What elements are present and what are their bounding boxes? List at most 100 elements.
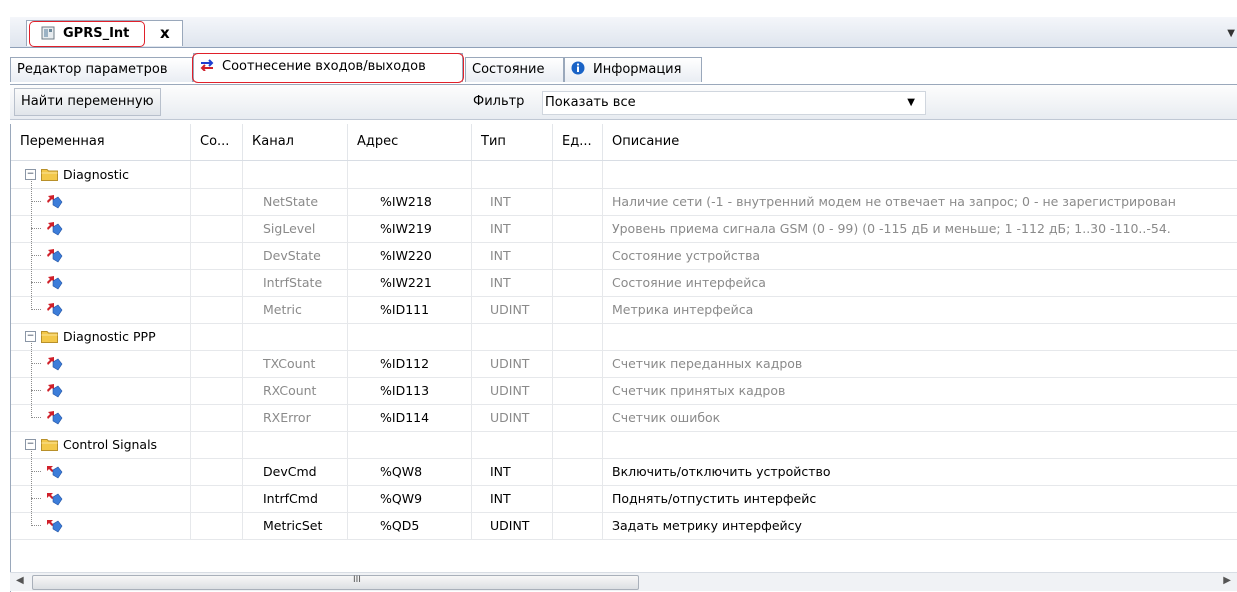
tab-io-mapping[interactable]: Соотнесение входов/выходов	[192, 53, 464, 83]
table-cell[interactable]	[191, 404, 243, 431]
cell-type: INT	[472, 242, 553, 269]
table-cell[interactable]	[191, 485, 243, 512]
table-cell	[553, 323, 603, 350]
editor-tab-strip: Редактор параметров Соотнесение входов/в…	[10, 48, 1237, 84]
table-cell[interactable]	[191, 188, 243, 215]
table-cell	[348, 431, 472, 458]
cell-type: UDINT	[472, 512, 553, 539]
table-row[interactable]: IntrfCmd %QW9 INT Поднять/отпустить интерфе…	[11, 485, 1237, 513]
filter-label: Фильтр	[473, 94, 525, 109]
table-cell	[553, 242, 603, 269]
horizontal-scrollbar[interactable]: ◀ III ▶	[10, 572, 1237, 591]
table-row[interactable]: NetState %IW218 INT Наличие сети (-1 - внут…	[11, 188, 1237, 216]
document-tab[interactable]: GPRS_Int x	[26, 20, 183, 47]
cell-address: %QD5	[348, 512, 472, 539]
tab-information[interactable]: Информация	[564, 57, 702, 82]
tab-label: Состояние	[472, 62, 545, 77]
tree-connector	[31, 228, 41, 229]
tree-connector	[31, 309, 41, 310]
tab-list-dropdown-icon[interactable]: ▼	[1227, 28, 1235, 39]
filter-select[interactable]: Показать все ▼	[542, 91, 926, 115]
group-name: Diagnostic PPP	[63, 329, 156, 344]
column-header-description[interactable]: Описание	[603, 124, 1237, 160]
table-row[interactable]: Metric %ID111 UDINT Метрика интерфейса	[11, 296, 1237, 324]
table-cell[interactable]	[191, 269, 243, 296]
column-header-address[interactable]: Адрес	[348, 124, 472, 160]
cell-description: Метрика интерфейса	[612, 302, 754, 317]
table-row[interactable]: DevCmd %QW8 INT Включить/отключить устройст…	[11, 458, 1237, 486]
tab-status[interactable]: Состояние	[465, 57, 564, 82]
table-cell[interactable]	[191, 242, 243, 269]
column-header-mapping[interactable]: Со...	[191, 124, 243, 160]
cell-channel: RXError	[243, 404, 348, 431]
table-cell	[553, 377, 603, 404]
scroll-right-icon[interactable]: ▶	[1223, 575, 1231, 586]
table-row[interactable]: IntrfState %IW221 INT Состояние интерфейса	[11, 269, 1237, 297]
document-tab-title: GPRS_Int	[63, 26, 130, 41]
column-header-type[interactable]: Тип	[472, 124, 553, 160]
table-cell	[348, 323, 472, 350]
cell-address: %ID112	[348, 350, 472, 377]
cell-type: INT	[472, 188, 553, 215]
table-row[interactable]: TXCount %ID112 UDINT Счетчик переданных кад…	[11, 350, 1237, 378]
group-row[interactable]: − Diagnostic	[11, 161, 1237, 189]
table-cell	[553, 296, 603, 323]
cell-description: Включить/отключить устройство	[612, 464, 831, 479]
table-row[interactable]: RXError %ID114 UDINT Счетчик ошибок	[11, 404, 1237, 432]
io-mapping-icon	[200, 59, 214, 72]
tree-connector	[31, 498, 41, 499]
table-cell	[472, 323, 553, 350]
table-cell[interactable]	[191, 512, 243, 539]
column-header-unit[interactable]: Ед...	[553, 124, 603, 160]
group-row[interactable]: − Control Signals	[11, 431, 1237, 459]
table-cell	[603, 161, 1237, 188]
close-icon[interactable]: x	[160, 24, 170, 42]
table-cell	[603, 431, 1237, 458]
table-row[interactable]: MetricSet %QD5 UDINT Задать метрику интерфе…	[11, 512, 1237, 540]
info-icon	[571, 61, 585, 75]
cell-channel: IntrfState	[243, 269, 348, 296]
cell-address: %IW219	[348, 215, 472, 242]
table-cell	[553, 161, 603, 188]
cell-type: INT	[472, 485, 553, 512]
table-cell	[553, 350, 603, 377]
table-header: Переменная Со... Канал Адрес Тип Ед... О…	[11, 124, 1237, 161]
tab-parameter-editor[interactable]: Редактор параметров	[10, 57, 193, 82]
cell-channel: DevCmd	[243, 458, 348, 485]
table-cell[interactable]	[191, 215, 243, 242]
table-cell	[553, 512, 603, 539]
column-header-channel[interactable]: Канал	[243, 124, 348, 160]
chevron-down-icon: ▼	[907, 97, 915, 108]
input-variable-icon	[47, 384, 63, 398]
column-header-variable[interactable]: Переменная	[11, 124, 191, 160]
scrollbar-thumb[interactable]: III	[32, 575, 639, 590]
cell-type: UDINT	[472, 404, 553, 431]
table-cell[interactable]	[191, 296, 243, 323]
filter-toolbar: Найти переменную Фильтр Показать все ▼	[10, 84, 1237, 120]
table-cell	[243, 323, 348, 350]
scroll-left-icon[interactable]: ◀	[16, 575, 24, 586]
group-name: Diagnostic	[63, 167, 130, 182]
tree-connector	[31, 417, 41, 418]
table-row[interactable]: RXCount %ID113 UDINT Счетчик принятых кадро…	[11, 377, 1237, 405]
cell-type: UDINT	[472, 350, 553, 377]
table-row[interactable]: DevState %IW220 INT Состояние устройства	[11, 242, 1237, 270]
group-row[interactable]: − Diagnostic PPP	[11, 323, 1237, 351]
table-cell[interactable]	[191, 458, 243, 485]
cell-address: %ID113	[348, 377, 472, 404]
cell-description: Счетчик принятых кадров	[612, 383, 786, 398]
tree-connector	[31, 255, 41, 256]
cell-address: %IW220	[348, 242, 472, 269]
table-cell	[553, 404, 603, 431]
find-variable-button[interactable]: Найти переменную	[14, 88, 161, 116]
table-row[interactable]: SigLevel %IW219 INT Уровень приема сигнала …	[11, 215, 1237, 243]
table-cell[interactable]	[191, 350, 243, 377]
cell-description: Поднять/отпустить интерфейс	[612, 491, 817, 506]
table-cell[interactable]	[191, 377, 243, 404]
table-cell	[603, 323, 1237, 350]
cell-channel: RXCount	[243, 377, 348, 404]
table-cell	[191, 323, 243, 350]
filter-value: Показать все	[545, 95, 636, 110]
io-mapping-table: Переменная Со... Канал Адрес Тип Ед... О…	[10, 124, 1237, 592]
cell-channel: TXCount	[243, 350, 348, 377]
